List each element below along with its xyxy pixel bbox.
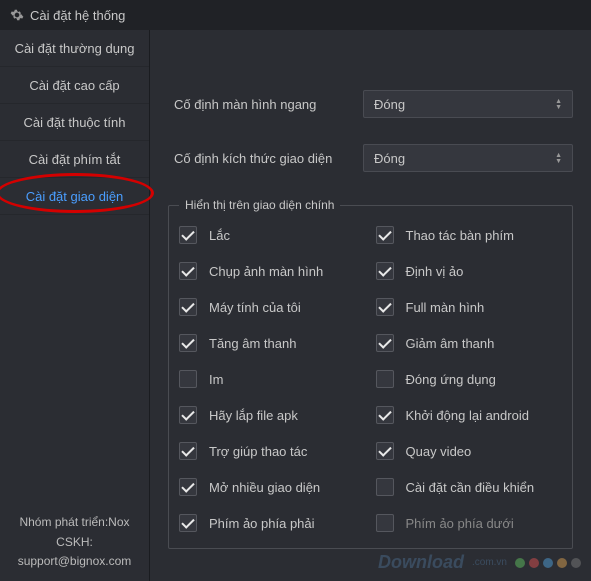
titlebar: Cài đặt hệ thống: [0, 0, 591, 30]
checkbox-label: Full màn hình: [406, 300, 485, 315]
checkbox-label: Mở nhiều giao diện: [209, 480, 320, 495]
checkbox-item[interactable]: Giảm âm thanh: [376, 334, 563, 352]
checkbox-item[interactable]: Phím ảo phía phải: [179, 514, 366, 532]
checkbox-box: [376, 514, 394, 532]
checkbox-item[interactable]: Đóng ứng dụng: [376, 370, 563, 388]
checkbox-item[interactable]: Chụp ảnh màn hình: [179, 262, 366, 280]
checkbox-box: [376, 370, 394, 388]
checkbox-label: Tăng âm thanh: [209, 336, 296, 351]
sidebar-item-shortcuts[interactable]: Cài đặt phím tắt: [0, 141, 149, 178]
checkbox-label: Lắc: [209, 228, 230, 243]
select-fix-size[interactable]: Đóng ▲▼: [363, 144, 573, 172]
color-dot: [529, 558, 539, 568]
checkbox-item[interactable]: Trợ giúp thao tác: [179, 442, 366, 460]
sidebar-item-interface[interactable]: Cài đặt giao diện: [0, 178, 149, 215]
checkbox-box: [179, 262, 197, 280]
checkbox-label: Khởi động lại android: [406, 408, 529, 423]
checkbox-box: [376, 334, 394, 352]
checkbox-label: Hãy lắp file apk: [209, 408, 298, 423]
checkbox-box: [179, 406, 197, 424]
color-dot: [515, 558, 525, 568]
checkbox-label: Im: [209, 372, 223, 387]
checkbox-box: [179, 226, 197, 244]
checkbox-box: [179, 478, 197, 496]
label-fix-landscape: Cố định màn hình ngang: [168, 97, 363, 112]
checkbox-item[interactable]: Định vị ảo: [376, 262, 563, 280]
gear-icon: [10, 8, 24, 22]
checkbox-box: [179, 442, 197, 460]
checkbox-box: [179, 334, 197, 352]
checkbox-label: Định vị ảo: [406, 264, 464, 279]
color-dot: [557, 558, 567, 568]
color-dot: [571, 558, 581, 568]
checkbox-item[interactable]: Lắc: [179, 226, 366, 244]
sidebar-item-advanced[interactable]: Cài đặt cao cấp: [0, 67, 149, 104]
checkbox-item[interactable]: Tăng âm thanh: [179, 334, 366, 352]
checkbox-label: Quay video: [406, 444, 472, 459]
checkbox-box: [376, 406, 394, 424]
label-fix-size: Cố định kích thức giao diện: [168, 151, 363, 166]
checkbox-label: Phím ảo phía phải: [209, 516, 315, 531]
checkbox-label: Đóng ứng dụng: [406, 372, 496, 387]
watermark: Download.com.vn: [378, 552, 581, 573]
checkbox-box: [179, 298, 197, 316]
checkbox-item[interactable]: Hãy lắp file apk: [179, 406, 366, 424]
checkbox-label: Cài đặt cần điều khiển: [406, 480, 535, 495]
sidebar-item-attributes[interactable]: Cài đặt thuộc tính: [0, 104, 149, 141]
checkbox-box: [179, 370, 197, 388]
sidebar: Cài đặt thường dụng Cài đặt cao cấp Cài …: [0, 30, 150, 581]
checkbox-box: [179, 514, 197, 532]
checkbox-box: [376, 262, 394, 280]
checkbox-label: Phím ảo phía dưới: [406, 516, 514, 531]
checkbox-item[interactable]: Khởi động lại android: [376, 406, 563, 424]
window-title: Cài đặt hệ thống: [30, 8, 125, 23]
checkbox-label: Máy tính của tôi: [209, 300, 301, 315]
checkbox-item: Phím ảo phía dưới: [376, 514, 563, 532]
checkbox-label: Trợ giúp thao tác: [209, 444, 307, 459]
group-legend: Hiển thị trên giao diện chính: [179, 198, 340, 212]
color-dot: [543, 558, 553, 568]
checkbox-label: Thao tác bàn phím: [406, 228, 514, 243]
display-group: Hiển thị trên giao diện chính Lắc Thao tá…: [168, 198, 573, 549]
checkbox-item[interactable]: Im: [179, 370, 366, 388]
checkbox-box: [376, 226, 394, 244]
content-pane: Cố định màn hình ngang Đóng ▲▼ Cố định k…: [150, 30, 591, 581]
select-fix-landscape[interactable]: Đóng ▲▼: [363, 90, 573, 118]
checkbox-item[interactable]: Cài đặt cần điều khiển: [376, 478, 563, 496]
checkbox-label: Chụp ảnh màn hình: [209, 264, 323, 279]
sidebar-item-common[interactable]: Cài đặt thường dụng: [0, 30, 149, 67]
sidebar-footer: Nhóm phát triển:Nox CSKH: support@bignox…: [0, 503, 149, 581]
checkbox-box: [376, 478, 394, 496]
checkbox-box: [376, 298, 394, 316]
spinner-icon: ▲▼: [555, 153, 562, 164]
checkbox-item[interactable]: Full màn hình: [376, 298, 563, 316]
checkbox-item[interactable]: Quay video: [376, 442, 563, 460]
checkbox-item[interactable]: Mở nhiều giao diện: [179, 478, 366, 496]
checkbox-item[interactable]: Thao tác bàn phím: [376, 226, 563, 244]
checkbox-item[interactable]: Máy tính của tôi: [179, 298, 366, 316]
checkbox-label: Giảm âm thanh: [406, 336, 495, 351]
spinner-icon: ▲▼: [555, 99, 562, 110]
checkbox-box: [376, 442, 394, 460]
